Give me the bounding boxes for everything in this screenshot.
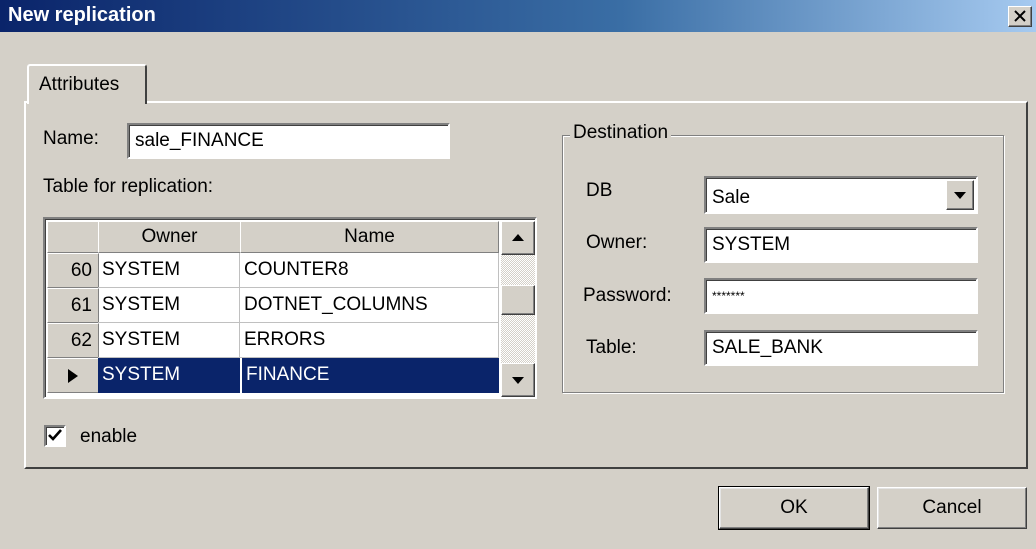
enable-label[interactable]: enable bbox=[80, 426, 137, 448]
table-for-replication-label: Table for replication: bbox=[43, 176, 214, 197]
table-cell-owner[interactable]: SYSTEM bbox=[98, 253, 240, 288]
table-input[interactable]: SALE_BANK bbox=[704, 330, 978, 366]
table-cell-owner[interactable]: SYSTEM bbox=[98, 288, 240, 323]
owner-input-value: SYSTEM bbox=[712, 234, 791, 255]
checkmark-icon bbox=[48, 429, 62, 441]
row-header[interactable]: 61 bbox=[47, 288, 99, 323]
password-label: Password: bbox=[583, 285, 672, 306]
close-icon bbox=[1014, 10, 1026, 22]
password-input[interactable]: ******* bbox=[704, 278, 978, 314]
db-label: DB bbox=[586, 180, 613, 201]
owner-input[interactable]: SYSTEM bbox=[704, 227, 978, 263]
table-cell-name-selected[interactable]: FINANCE bbox=[242, 358, 499, 393]
db-select[interactable]: Sale bbox=[704, 176, 978, 214]
ok-button[interactable]: OK bbox=[718, 486, 870, 530]
tab-attributes-label: Attributes bbox=[39, 74, 120, 95]
table-label: Table: bbox=[586, 337, 637, 358]
column-header-name[interactable]: Name bbox=[240, 221, 499, 253]
scroll-down-button[interactable] bbox=[501, 363, 535, 397]
table-cell-name[interactable]: COUNTER8 bbox=[240, 253, 499, 288]
name-input-value: sale_FINANCE bbox=[135, 130, 264, 151]
cancel-button[interactable]: Cancel bbox=[877, 487, 1027, 529]
replication-table-grid[interactable]: Owner Name 60 SYSTEM COUNTER8 61 SYSTEM … bbox=[43, 217, 537, 399]
column-header-owner[interactable]: Owner bbox=[98, 221, 241, 253]
window-title: New replication bbox=[8, 4, 156, 26]
name-label: Name: bbox=[43, 128, 99, 149]
grid-corner-header bbox=[47, 221, 99, 253]
table-cell-name[interactable]: ERRORS bbox=[240, 323, 499, 358]
row-header[interactable]: 60 bbox=[47, 253, 99, 288]
close-button[interactable] bbox=[1008, 6, 1032, 27]
table-cell-name[interactable]: DOTNET_COLUMNS bbox=[240, 288, 499, 323]
arrow-down-icon bbox=[512, 377, 524, 384]
chevron-down-icon bbox=[954, 192, 966, 199]
table-cell-owner[interactable]: SYSTEM bbox=[98, 323, 240, 358]
enable-checkbox[interactable] bbox=[44, 425, 66, 447]
password-input-value: ******* bbox=[712, 289, 745, 303]
row-header[interactable]: 62 bbox=[47, 323, 99, 358]
arrow-up-icon bbox=[512, 234, 524, 241]
row-header-current[interactable] bbox=[47, 358, 99, 393]
owner-label: Owner: bbox=[586, 232, 648, 253]
table-input-value: SALE_BANK bbox=[712, 337, 823, 358]
name-input[interactable]: sale_FINANCE bbox=[127, 123, 450, 159]
table-cell-owner-selected[interactable]: SYSTEM bbox=[98, 358, 240, 393]
scroll-up-button[interactable] bbox=[501, 221, 535, 255]
db-dropdown-button[interactable] bbox=[946, 180, 974, 210]
tab-attributes[interactable]: Attributes bbox=[27, 64, 147, 104]
row-pointer-icon bbox=[68, 368, 78, 383]
destination-title: Destination bbox=[570, 122, 672, 144]
db-select-value: Sale bbox=[712, 187, 751, 209]
grid-vertical-scrollbar[interactable] bbox=[501, 221, 535, 397]
title-bar[interactable]: New replication bbox=[0, 0, 1036, 32]
scroll-thumb[interactable] bbox=[501, 285, 535, 315]
